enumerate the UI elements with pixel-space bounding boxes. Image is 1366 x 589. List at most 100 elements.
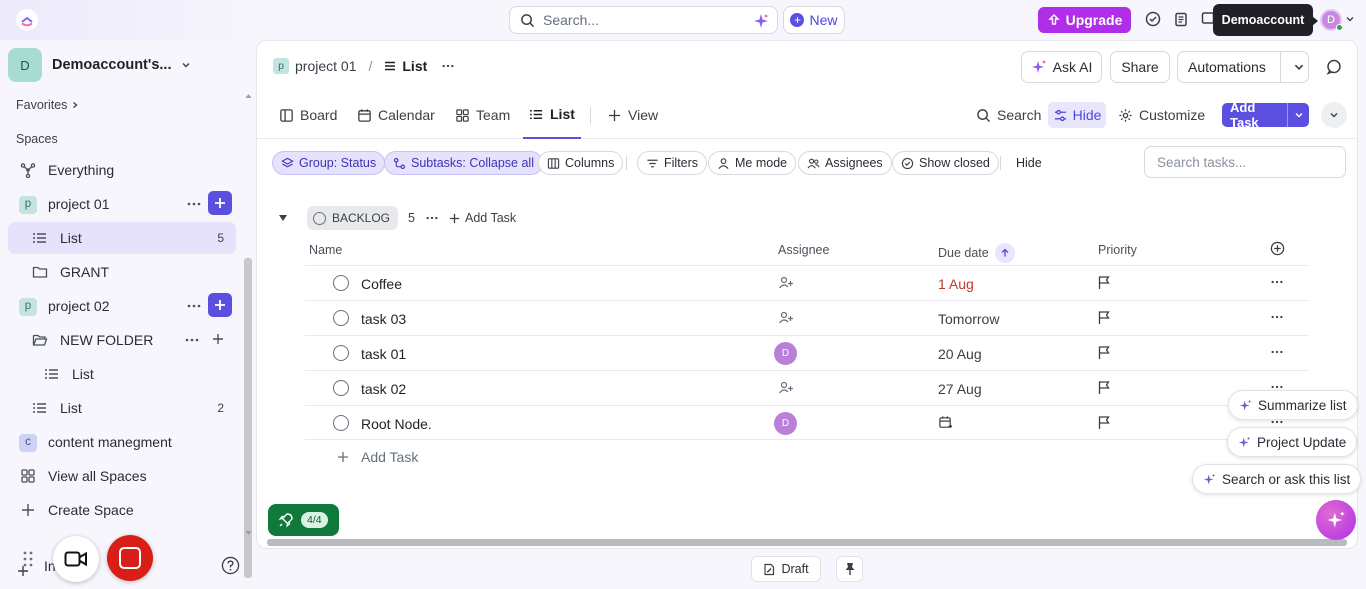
search-tasks-input[interactable]: Search tasks... bbox=[1144, 146, 1346, 178]
view-search-button[interactable]: Search bbox=[976, 91, 1041, 139]
table-row[interactable]: task 03 Tomorrow bbox=[305, 300, 1309, 335]
set-due-date-icon[interactable] bbox=[938, 415, 953, 430]
sidebar-item-content-manegment[interactable]: c content manegment bbox=[8, 426, 236, 458]
task-name[interactable]: Coffee bbox=[361, 276, 402, 292]
sidebar-item-list-active[interactable]: List 5 bbox=[8, 222, 236, 254]
table-row[interactable]: task 02 27 Aug bbox=[305, 370, 1309, 405]
collapse-toolbar-button[interactable] bbox=[1321, 102, 1347, 128]
table-row[interactable]: Coffee 1 Aug bbox=[305, 265, 1309, 300]
sidebar-item-folder-list[interactable]: List bbox=[8, 358, 236, 390]
assignees-chip[interactable]: Assignees bbox=[798, 151, 892, 175]
sidebar-item-list[interactable]: List 2 bbox=[8, 392, 236, 424]
clickup-logo-icon[interactable] bbox=[16, 9, 38, 31]
user-avatar[interactable]: D bbox=[1320, 9, 1343, 31]
sidebar-item-new-folder[interactable]: NEW FOLDER bbox=[8, 324, 236, 356]
search-or-ask-button[interactable]: Search or ask this list bbox=[1192, 464, 1362, 494]
onboarding-rocket-button[interactable]: 4/4 bbox=[268, 504, 339, 536]
more-options-icon[interactable] bbox=[1270, 275, 1284, 289]
chevron-down-icon[interactable] bbox=[1293, 61, 1305, 73]
hide-button[interactable]: Hide bbox=[1048, 102, 1106, 128]
tab-list[interactable]: List bbox=[523, 91, 581, 139]
task-name[interactable]: Root Node. bbox=[361, 416, 432, 432]
more-options-icon[interactable] bbox=[1270, 310, 1284, 324]
check-circle-icon[interactable] bbox=[1145, 11, 1163, 29]
tab-team[interactable]: Team bbox=[455, 91, 510, 139]
task-due-date[interactable]: Tomorrow bbox=[938, 311, 999, 327]
ai-assistant-button[interactable] bbox=[1316, 500, 1356, 540]
sidebar-item-project-01[interactable]: p project 01 bbox=[8, 188, 236, 220]
add-task-dropdown[interactable] bbox=[1288, 110, 1309, 120]
tab-board[interactable]: Board bbox=[279, 91, 337, 139]
table-row[interactable]: Root Node. D bbox=[305, 405, 1309, 440]
add-task-button[interactable]: Add Task bbox=[1222, 100, 1309, 130]
subtasks-chip[interactable]: Subtasks: Collapse all bbox=[384, 151, 543, 175]
pin-button[interactable] bbox=[836, 556, 863, 582]
add-task-row[interactable]: Add Task bbox=[337, 449, 418, 465]
status-badge[interactable]: BACKLOG bbox=[307, 206, 399, 230]
new-button[interactable]: + New bbox=[783, 6, 845, 34]
flag-icon[interactable] bbox=[1097, 380, 1111, 395]
add-assignee-icon[interactable] bbox=[778, 275, 794, 291]
task-status-checkbox[interactable] bbox=[333, 275, 349, 291]
me-mode-chip[interactable]: Me mode bbox=[708, 151, 797, 175]
add-assignee-icon[interactable] bbox=[778, 380, 794, 396]
assignee-avatar[interactable]: D bbox=[774, 342, 797, 365]
more-options-icon[interactable] bbox=[186, 196, 202, 212]
breadcrumb-list[interactable]: List bbox=[402, 58, 427, 74]
task-due-date[interactable]: 27 Aug bbox=[938, 381, 982, 397]
flag-icon[interactable] bbox=[1097, 415, 1111, 430]
task-status-checkbox[interactable] bbox=[333, 415, 349, 431]
breadcrumb-space[interactable]: project 01 bbox=[295, 58, 356, 74]
customize-button[interactable]: Customize bbox=[1118, 91, 1205, 139]
column-header-priority[interactable]: Priority bbox=[1098, 243, 1137, 257]
scroll-down-arrow-icon[interactable] bbox=[245, 530, 252, 536]
more-options-icon[interactable] bbox=[184, 332, 200, 348]
task-name[interactable]: task 01 bbox=[361, 346, 406, 362]
task-status-checkbox[interactable] bbox=[333, 380, 349, 396]
task-due-date[interactable]: 20 Aug bbox=[938, 346, 982, 362]
sidebar-item-grant[interactable]: GRANT bbox=[8, 256, 236, 288]
sort-ascending-icon[interactable] bbox=[994, 243, 1015, 263]
task-name[interactable]: task 02 bbox=[361, 381, 406, 397]
horizontal-scrollbar[interactable] bbox=[267, 539, 1347, 546]
column-header-name[interactable]: Name bbox=[309, 243, 342, 257]
filters-chip[interactable]: Filters bbox=[637, 151, 708, 175]
hide-columns-link[interactable]: Hide bbox=[1016, 156, 1042, 170]
more-options-icon[interactable] bbox=[441, 59, 455, 73]
task-name[interactable]: task 03 bbox=[361, 311, 406, 327]
help-icon[interactable] bbox=[221, 556, 240, 575]
sidebar-item-view-all-spaces[interactable]: View all Spaces bbox=[8, 460, 236, 492]
task-status-checkbox[interactable] bbox=[333, 310, 349, 326]
scroll-up-arrow-icon[interactable] bbox=[245, 93, 252, 99]
flag-icon[interactable] bbox=[1097, 310, 1111, 325]
sidebar-item-create-space[interactable]: Create Space bbox=[8, 494, 236, 526]
sidebar-item-project-02[interactable]: p project 02 bbox=[8, 290, 236, 322]
column-header-due-date[interactable]: Due date bbox=[938, 243, 1015, 263]
share-button[interactable]: Share bbox=[1110, 51, 1170, 83]
plus-icon[interactable] bbox=[212, 333, 224, 345]
notepad-icon[interactable] bbox=[1173, 11, 1191, 29]
task-status-checkbox[interactable] bbox=[333, 345, 349, 361]
collapse-group-icon[interactable] bbox=[279, 215, 287, 221]
draft-button[interactable]: Draft bbox=[751, 556, 821, 582]
more-options-icon[interactable] bbox=[186, 298, 202, 314]
tab-calendar[interactable]: Calendar bbox=[357, 91, 435, 139]
task-due-date[interactable]: 1 Aug bbox=[938, 276, 974, 292]
upgrade-button[interactable]: Upgrade bbox=[1038, 7, 1131, 33]
add-to-space-button[interactable] bbox=[208, 293, 232, 317]
group-status-chip[interactable]: Group: Status bbox=[272, 151, 386, 175]
show-closed-chip[interactable]: Show closed bbox=[892, 151, 999, 175]
add-view-button[interactable]: View bbox=[607, 91, 658, 139]
flag-icon[interactable] bbox=[1097, 275, 1111, 290]
video-record-button[interactable] bbox=[53, 536, 99, 582]
columns-chip[interactable]: Columns bbox=[538, 151, 624, 175]
workspace-switcher[interactable]: D Demoaccount's... bbox=[8, 48, 191, 82]
assignee-avatar[interactable]: D bbox=[774, 412, 797, 435]
add-to-space-button[interactable] bbox=[208, 191, 232, 215]
more-options-icon[interactable] bbox=[425, 211, 439, 225]
comment-icon[interactable] bbox=[1326, 59, 1342, 75]
table-row[interactable]: task 01 D 20 Aug bbox=[305, 335, 1309, 370]
add-assignee-icon[interactable] bbox=[778, 310, 794, 326]
flag-icon[interactable] bbox=[1097, 345, 1111, 360]
summarize-list-button[interactable]: Summarize list bbox=[1228, 390, 1358, 420]
